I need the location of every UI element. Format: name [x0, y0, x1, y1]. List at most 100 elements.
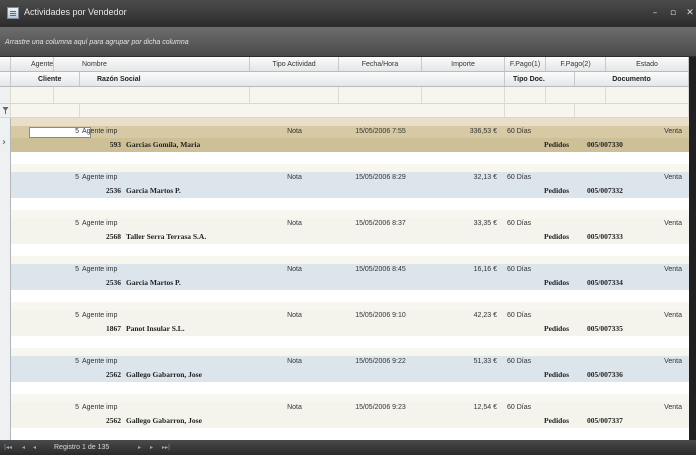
cell-razon-social[interactable]: Gallego Gabarron, Jose [126, 414, 426, 428]
cell-fecha-hora[interactable]: 15/05/2006 8:37 [339, 218, 422, 230]
filter-row-1[interactable] [0, 87, 689, 104]
cell-fpago1[interactable]: 60 Días [507, 218, 547, 230]
cell-tipo-doc[interactable]: Pedidos [505, 368, 569, 382]
cell-cliente[interactable]: 2568 [61, 230, 121, 244]
row-line-activity[interactable]: 5 Agente imp Nota 15/05/2006 9:10 42,23 € 60 … [11, 310, 689, 322]
cell-documento[interactable]: 005/007333 [587, 230, 687, 244]
cell-documento[interactable]: 005/007336 [587, 368, 687, 382]
cell-tipo-actividad[interactable]: Nota [250, 172, 339, 184]
filter-cell-razon[interactable] [80, 104, 505, 117]
cell-fpago2[interactable] [546, 172, 606, 184]
cell-tipo-doc[interactable]: Pedidos [505, 322, 569, 336]
cell-agente[interactable]: 5 [29, 402, 79, 414]
cell-cliente[interactable]: 2536 [61, 276, 121, 290]
cell-fpago2[interactable] [546, 264, 606, 276]
cell-importe[interactable]: 33,35 € [422, 218, 497, 230]
cell-cliente[interactable]: 2562 [61, 414, 121, 428]
group-by-panel[interactable]: Arrastre una columna aquí para agrupar p… [0, 27, 696, 57]
cell-fpago1[interactable]: 60 Días [507, 310, 547, 322]
cell-tipo-actividad[interactable]: Nota [250, 402, 339, 414]
title-bar[interactable]: Actividades por Vendedor – ▫ ✕ [0, 0, 696, 27]
filter-cell-fpago1[interactable] [505, 87, 546, 103]
filter-cell-fecha[interactable] [339, 87, 422, 103]
cell-agente[interactable]: 5 [29, 172, 79, 184]
column-header-documento[interactable]: Documento [575, 72, 689, 86]
filter-icon[interactable] [0, 104, 11, 118]
column-header-tipo-actividad[interactable]: Tipo Actividad [250, 57, 339, 71]
cell-importe[interactable]: 51,33 € [422, 356, 497, 368]
column-header-nombre[interactable]: Nombre [54, 57, 250, 71]
cell-fpago1[interactable]: 60 Días [507, 356, 547, 368]
cell-fecha-hora[interactable]: 15/05/2006 8:45 [339, 264, 422, 276]
cell-estado[interactable]: Venta [606, 172, 682, 184]
row-line-activity[interactable]: 5 Agente imp Nota 15/05/2006 8:45 16,16 € 60 … [11, 264, 689, 276]
filter-row-2[interactable] [0, 104, 689, 118]
cell-fecha-hora[interactable]: 15/05/2006 7:55 [339, 126, 422, 138]
cell-tipo-doc[interactable]: Pedidos [505, 276, 569, 290]
cell-tipo-doc[interactable]: Pedidos [505, 184, 569, 198]
cell-tipo-actividad[interactable]: Nota [250, 356, 339, 368]
first-record-button[interactable]: |◂◂ [4, 443, 12, 452]
column-header-estado[interactable]: Estado [606, 57, 689, 71]
cell-cliente[interactable]: 2536 [61, 184, 121, 198]
row-line-client[interactable]: 2536 Garcia Martos P. Pedidos 005/007334 [11, 276, 689, 290]
cell-nombre[interactable]: Agente imp [82, 218, 242, 230]
cell-fpago2[interactable] [546, 402, 606, 414]
cell-tipo-actividad[interactable]: Nota [250, 264, 339, 276]
cell-fpago1[interactable]: 60 Días [507, 264, 547, 276]
filter-cell-cliente[interactable] [11, 104, 80, 117]
cell-fpago1[interactable]: 60 Días [507, 126, 547, 138]
cell-estado[interactable]: Venta [606, 356, 682, 368]
filter-cell-documento[interactable] [575, 104, 689, 117]
cell-tipo-actividad[interactable]: Nota [250, 126, 339, 138]
next-page-button[interactable]: ▸ [150, 443, 153, 452]
row-line-client[interactable]: 2562 Gallego Gabarron, Jose Pedidos 005/007… [11, 368, 689, 382]
cell-estado[interactable]: Venta [606, 264, 682, 276]
cell-razon-social[interactable]: Garcia Martos P. [126, 184, 426, 198]
column-header-cliente[interactable]: Cliente [11, 72, 80, 86]
row-line-activity[interactable]: 5 Agente imp Nota 15/05/2006 8:29 32,13 € 60 … [11, 172, 689, 184]
table-row[interactable]: 5 Agente imp Nota 15/05/2006 8:29 32,13 € 60 … [0, 164, 689, 210]
table-row[interactable]: 5 Agente imp Nota 15/05/2006 8:45 16,16 € 60 … [0, 256, 689, 302]
cell-documento[interactable]: 005/007337 [587, 414, 687, 428]
cell-tipo-doc[interactable]: Pedidos [505, 230, 569, 244]
filter-cell-tipo[interactable] [250, 87, 339, 103]
next-record-button[interactable]: ▸ [138, 443, 141, 452]
cell-fecha-hora[interactable]: 15/05/2006 9:23 [339, 402, 422, 414]
cell-nombre[interactable]: Agente imp [82, 264, 242, 276]
table-row[interactable]: 5 Agente imp Nota 15/05/2006 8:37 33,35 € 60 … [0, 210, 689, 256]
cell-cliente[interactable]: 593 [61, 138, 121, 152]
column-header-fpago1[interactable]: F.Pago(1) [505, 57, 546, 71]
close-button[interactable]: ✕ [683, 6, 696, 20]
cell-importe[interactable]: 32,13 € [422, 172, 497, 184]
filter-cell-agente[interactable] [11, 87, 54, 103]
cell-nombre[interactable]: Agente imp [82, 310, 242, 322]
cell-documento[interactable]: 005/007330 [587, 138, 687, 152]
maximize-button[interactable]: ▫ [666, 6, 680, 20]
cell-estado[interactable]: Venta [606, 218, 682, 230]
cell-cliente[interactable]: 1867 [61, 322, 121, 336]
cell-fecha-hora[interactable]: 15/05/2006 9:10 [339, 310, 422, 322]
cell-agente[interactable]: 5 [29, 310, 79, 322]
last-record-button[interactable]: ▸▸| [162, 443, 170, 452]
filter-cell-importe[interactable] [422, 87, 505, 103]
row-line-activity[interactable]: 5 Agente imp Nota 15/05/2006 8:37 33,35 € 60 … [11, 218, 689, 230]
cell-fpago2[interactable] [546, 356, 606, 368]
cell-documento[interactable]: 005/007335 [587, 322, 687, 336]
column-header-agente[interactable]: Agente [11, 57, 54, 71]
row-line-client[interactable]: 1867 Panot Insular S.L. Pedidos 005/007335 [11, 322, 689, 336]
cell-agente[interactable]: 5 [29, 218, 79, 230]
table-row[interactable]: 5 Agente imp Nota 15/05/2006 9:23 12,54 € 60 … [0, 394, 689, 440]
cell-fpago2[interactable] [546, 126, 606, 138]
cell-tipo-doc[interactable]: Pedidos [505, 138, 569, 152]
row-line-client[interactable]: 2536 Garcia Martos P. Pedidos 005/007332 [11, 184, 689, 198]
cell-tipo-actividad[interactable]: Nota [250, 218, 339, 230]
cell-razon-social[interactable]: Taller Serra Terrasa S.A. [126, 230, 426, 244]
row-line-client[interactable]: 2562 Gallego Gabarron, Jose Pedidos 005/007… [11, 414, 689, 428]
cell-agente[interactable]: 5 [29, 126, 79, 138]
cell-nombre[interactable]: Agente imp [82, 402, 242, 414]
cell-agente[interactable]: 5 [29, 264, 79, 276]
cell-fecha-hora[interactable]: 15/05/2006 8:29 [339, 172, 422, 184]
filter-cell-tipodoc[interactable] [505, 104, 575, 117]
cell-documento[interactable]: 005/007332 [587, 184, 687, 198]
